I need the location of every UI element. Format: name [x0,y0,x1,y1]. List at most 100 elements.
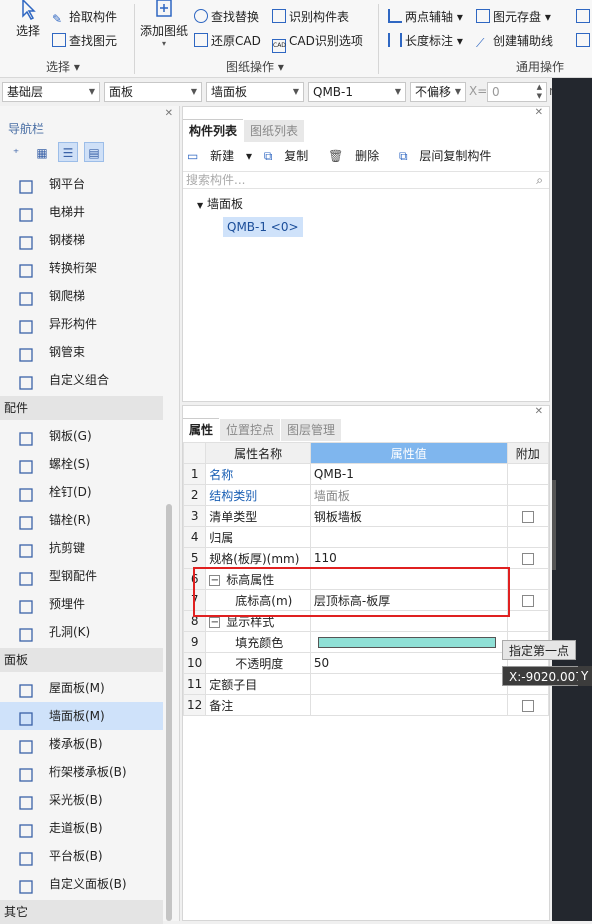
nav-item-label: 钢管束 [49,345,86,359]
nav-item[interactable]: 钢板(G) [0,422,163,450]
table-row[interactable]: 10 不透明度 50 [182,652,549,674]
collapse-icon[interactable]: − [209,616,221,628]
tab-attributes[interactable]: 属性 [183,418,220,440]
add-drawing-button[interactable]: 添加图纸 ▾ [138,0,190,48]
tab-drawing-list[interactable]: 图纸列表 [244,120,305,142]
identify-table-button[interactable]: 识别构件表 [272,8,349,26]
nav-item[interactable]: 采光板(B) [0,786,163,814]
table-row[interactable]: 4 归属 [182,526,549,548]
component-select[interactable]: QMB-1 ▼ [308,82,406,102]
nav-item[interactable]: 墙面板(M) [0,702,163,730]
checkbox[interactable] [521,552,534,565]
find-replace-button[interactable]: 查找替换 [194,8,259,26]
nav-item-label: 楼承板(B) [49,737,103,751]
close-icon[interactable]: ✕ [535,406,543,417]
nav-item[interactable]: 预埋件 [0,590,163,618]
checkbox[interactable] [521,594,534,607]
tree-item-qmb1[interactable]: QMB-1 <0> [223,217,303,237]
nav-section-header[interactable]: 面板 [0,648,163,672]
nav-item[interactable]: 自定义面板(B) [0,870,163,898]
property-value[interactable] [309,631,508,653]
nav-item[interactable]: 型钢配件 [0,562,163,590]
table-row[interactable]: 11 定额子目 [182,673,549,695]
new-button[interactable]: ▭ 新建 ▾ [187,149,252,163]
type-select[interactable]: 墙面板 ▼ [206,82,304,102]
nav-item[interactable]: 螺栓(S) [0,450,163,478]
property-name-text: 规格(板厚)(mm) [209,551,300,566]
close-icon[interactable]: ✕ [535,107,543,118]
nav-scrollbar[interactable] [166,504,172,921]
nav-item[interactable]: 孔洞(K) [0,618,163,646]
table-row[interactable]: 2 结构类别 墙面板 [182,484,549,506]
pick-component-button[interactable]: ✎ 拾取构件 [52,8,117,26]
nav-item-label: 钢平台 [49,177,86,191]
detail-view-icon[interactable]: ▤ [84,142,104,162]
property-value[interactable]: 50 [309,652,508,674]
nav-item[interactable]: 异形构件 [0,310,163,338]
tab-component-list[interactable]: 构件列表 [183,119,244,141]
nav-item[interactable]: 栓钉(D) [0,478,163,506]
offset-select[interactable]: 不偏移 ▼ [410,82,466,102]
floor-copy-button[interactable]: ⧉ 层间复制构件 [399,149,499,163]
table-row[interactable]: 12 备注 [182,694,549,716]
nav-item[interactable]: 自定义组合 [0,366,163,394]
property-value[interactable] [309,673,508,695]
nav-item[interactable]: 抗剪键 [0,534,163,562]
property-value[interactable]: 钢板墙板 [309,505,508,527]
x-input[interactable]: 0 ▲ ▼ [487,82,547,102]
nav-item[interactable]: 走道板(B) [0,814,163,842]
property-name-text: 清单类型 [209,509,258,524]
checkbox[interactable] [521,699,534,712]
property-value[interactable]: 墙面板 [309,484,508,506]
search-input[interactable]: 搜索构件... ⌕ [183,171,549,189]
length-dim-button[interactable]: 长度标注 ▾ [388,32,463,50]
property-value[interactable] [309,694,508,716]
splitter-handle[interactable] [552,480,556,570]
tab-layers[interactable]: 图层管理 [281,419,342,441]
layer-select[interactable]: 基础层 ▼ [2,82,100,102]
nav-item[interactable]: 钢楼梯 [0,226,163,254]
nav-item[interactable]: 平台板(B) [0,842,163,870]
grid-view-icon[interactable]: ▦ [32,143,52,163]
restore-cad-button[interactable]: 还原CAD [194,32,261,50]
tab-position[interactable]: 位置控点 [220,419,281,441]
fill-color-swatch[interactable] [317,637,496,648]
nav-item[interactable]: 钢爬梯 [0,282,163,310]
find-element-button[interactable]: 查找图元 [52,32,117,50]
table-row[interactable]: 9 填充颜色 [182,631,549,653]
nav-item[interactable]: 转换桁架 [0,254,163,282]
category-select[interactable]: 面板 ▼ [104,82,202,102]
cad-options-button[interactable]: CAD CAD识别选项 [272,32,363,53]
tree-root[interactable]: ▼ 墙面板 [197,195,243,212]
close-icon[interactable]: ✕ [165,108,173,119]
chevron-down-icon: ▼ [88,87,95,96]
coordinate-readout: X:-9020.007 [502,666,590,686]
table-row[interactable]: 3 清单类型 钢板墙板 [182,505,549,527]
nav-item[interactable]: 桁架楼承板(B) [0,758,163,786]
table-row[interactable]: 1 名称 QMB-1 [182,463,549,485]
table-row[interactable]: 5 规格(板厚)(mm) 110 [182,547,549,569]
copy-button[interactable]: ⧉ 复制 [264,149,316,163]
more-tool-icon[interactable] [576,32,592,50]
nav-item[interactable]: 屋面板(M) [0,674,163,702]
more-tool-icon[interactable] [576,8,592,26]
nav-section-header[interactable]: 配件 [0,396,163,420]
nav-section-header[interactable]: 其它 [0,900,163,924]
list-view-icon[interactable]: ☰ [58,142,78,162]
two-point-aux-button[interactable]: 两点辅轴 ▾ [388,8,463,26]
checkbox[interactable] [521,510,534,523]
nav-item[interactable]: 钢管束 [0,338,163,366]
property-value[interactable]: 110 [309,547,508,569]
create-aux-line-button[interactable]: ⟋ 创建辅助线 [476,32,553,50]
element-save-button[interactable]: 图元存盘 ▾ [476,8,551,26]
nav-item[interactable]: 楼承板(B) [0,730,163,758]
delete-button[interactable]: 🗑 删除 [328,149,387,163]
pin-icon[interactable]: ⁺ [6,143,26,163]
property-value[interactable]: QMB-1 [309,463,508,485]
drawing-canvas[interactable] [552,78,592,921]
nav-item[interactable]: 电梯井 [0,198,163,226]
property-value[interactable] [309,526,508,548]
nav-item[interactable]: 锚栓(R) [0,506,163,534]
nav-item[interactable]: 钢平台 [0,170,163,198]
select-button[interactable]: 选择 [10,0,46,39]
